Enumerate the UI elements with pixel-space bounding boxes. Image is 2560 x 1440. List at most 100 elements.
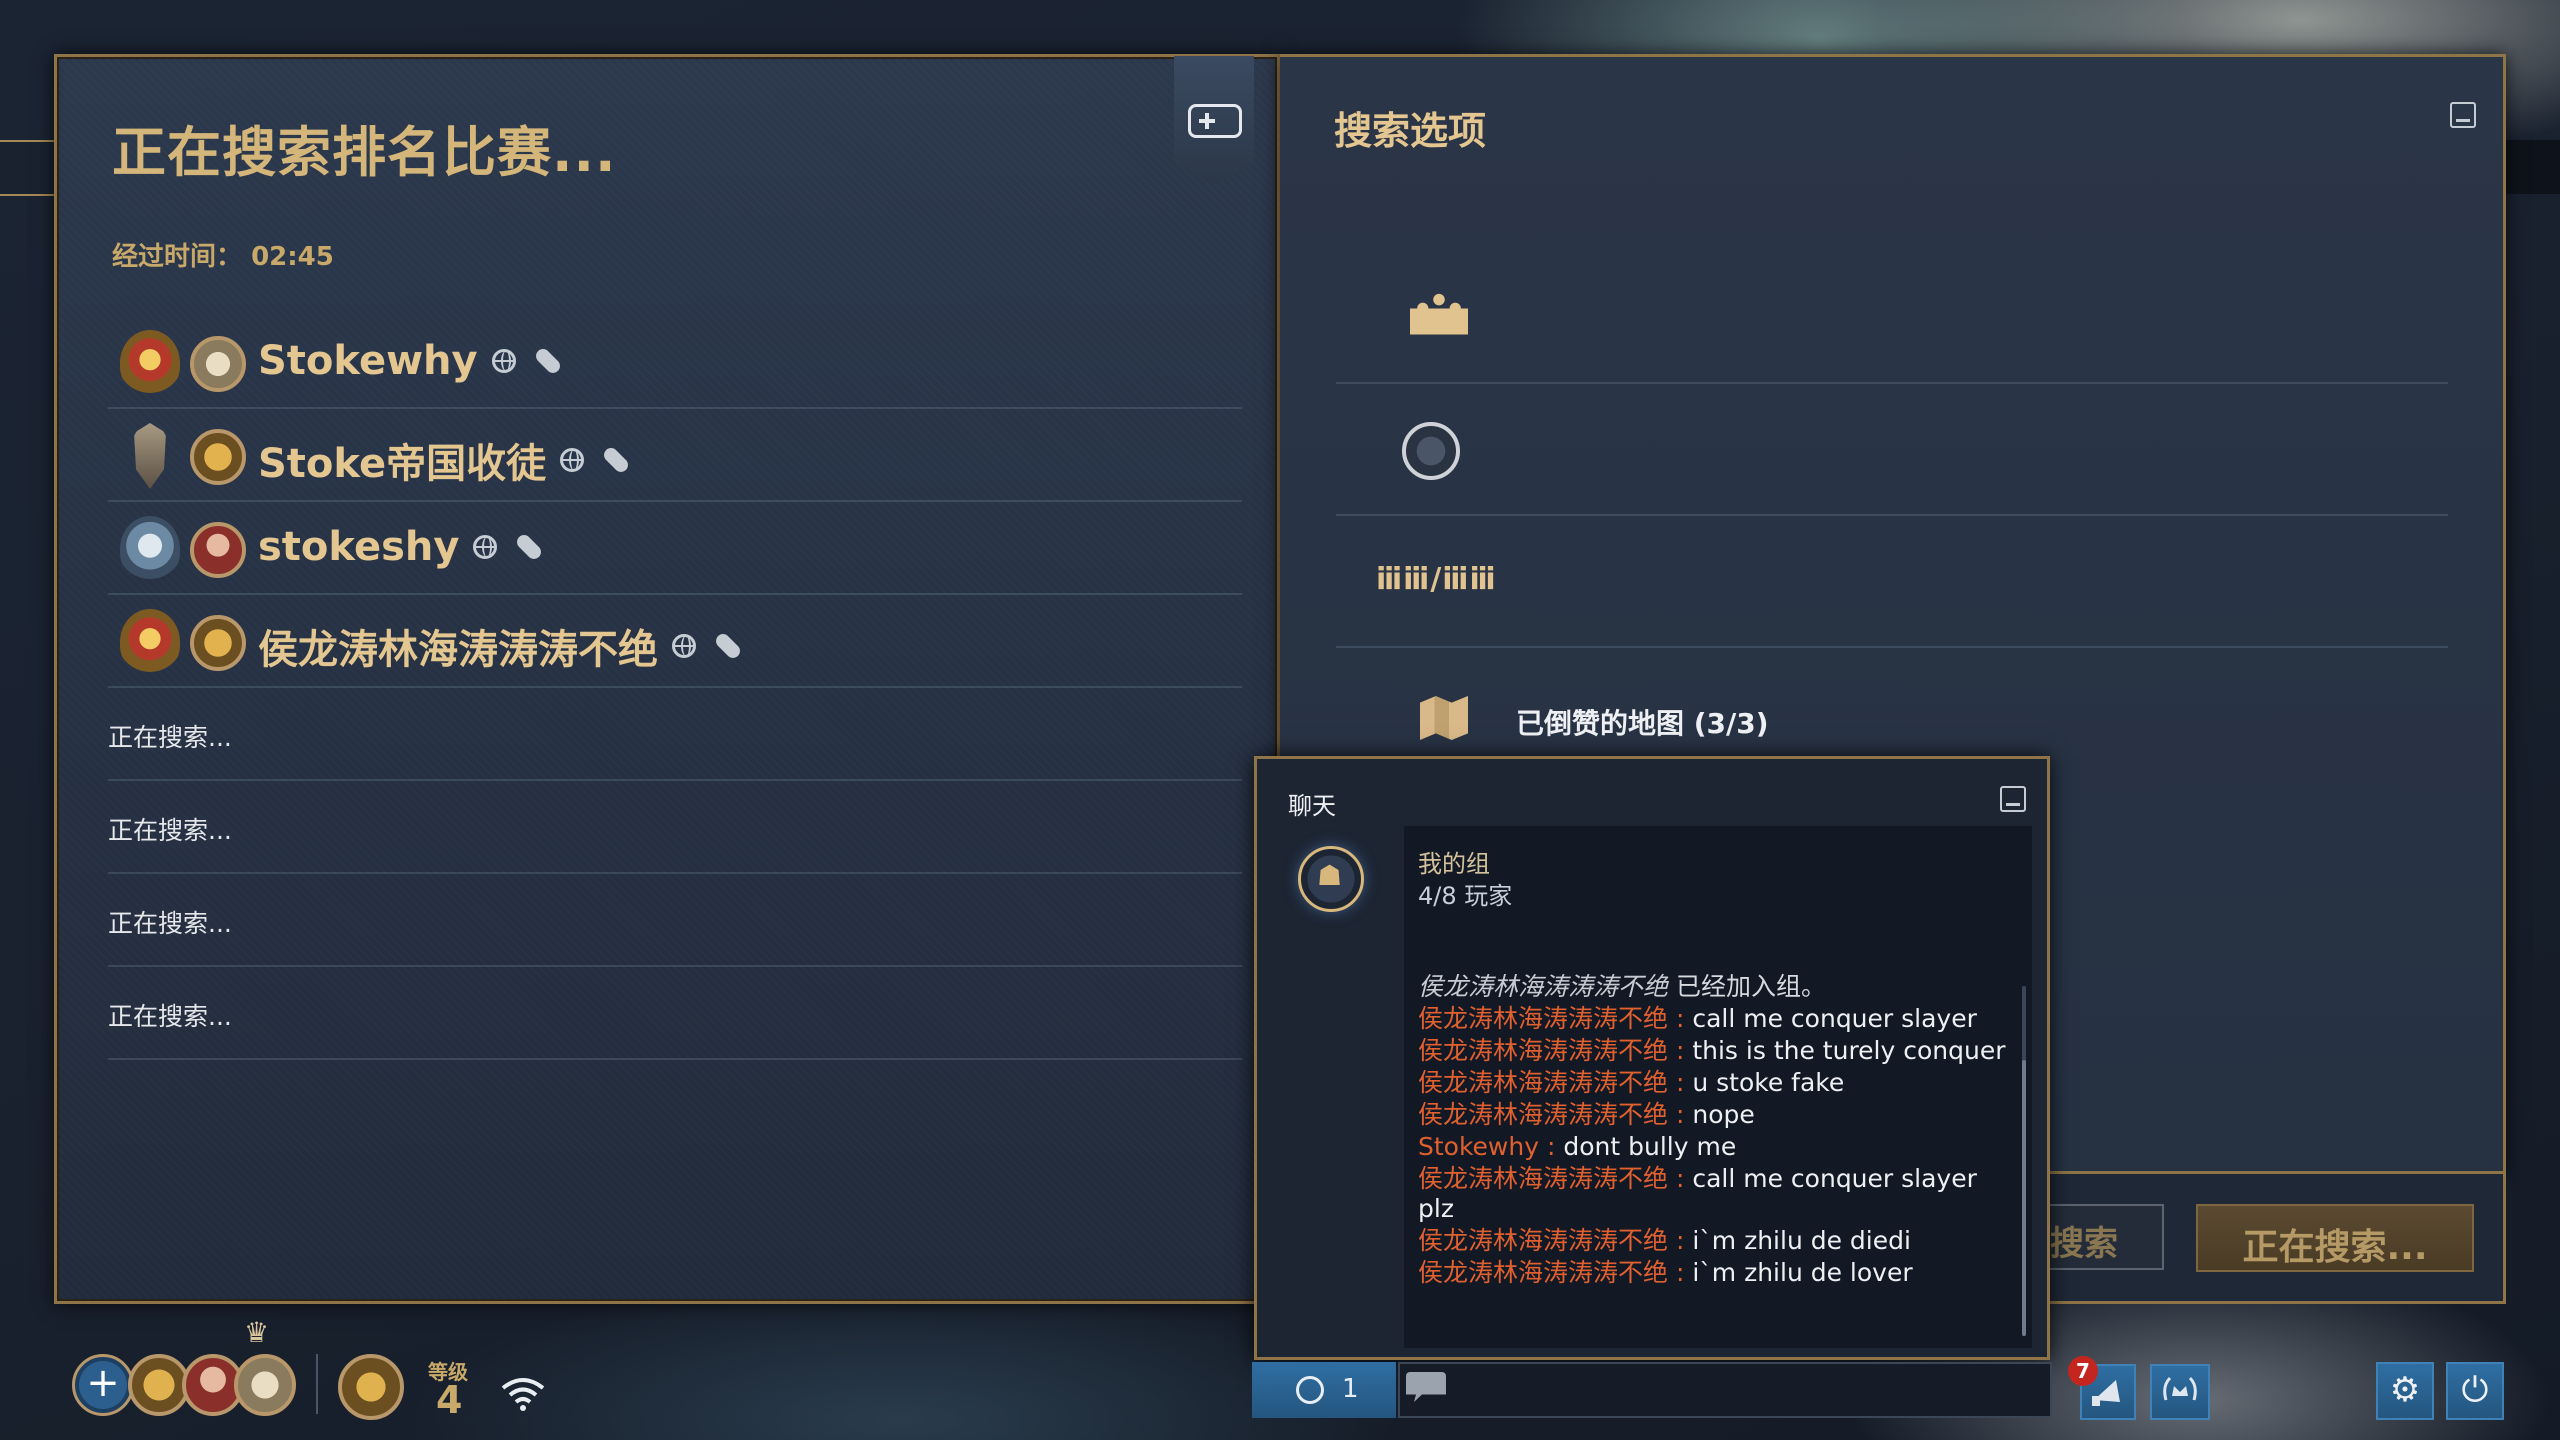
chat-text: dont bully me — [1563, 1132, 1737, 1161]
army-size-icon: ⅲⅲ/ⅲⅲ — [1376, 562, 1497, 597]
chat-input[interactable] — [1398, 1362, 2052, 1418]
slot-label: 正在搜索... — [108, 1002, 232, 1031]
search-options-title: 搜索选项 — [1334, 109, 1487, 153]
chat-sender: 侯龙涛林海涛涛涛不绝 — [1418, 1164, 1669, 1193]
slot-label: 正在搜索... — [108, 909, 232, 938]
chat-text: i`m zhilu de lover — [1692, 1258, 1913, 1287]
globe-icon — [473, 535, 498, 559]
chat-message: 侯龙涛林海涛涛涛不绝 : u stoke fake — [1418, 1068, 1845, 1097]
avatar — [190, 429, 246, 485]
power-icon: ⏻ — [2461, 1370, 2489, 1410]
group-count: 4/8 玩家 — [1418, 882, 1513, 910]
wifi-icon — [501, 1378, 545, 1411]
level-value: 4 — [436, 1378, 463, 1422]
pill-icon — [713, 631, 743, 661]
chat-sender: 侯龙涛林海涛涛涛不绝 — [1418, 972, 1669, 1001]
chat-scroll-thumb[interactable] — [2022, 1060, 2026, 1336]
laurel-crown-icon — [2163, 1376, 2197, 1401]
page-title: 正在搜索排名比赛... — [112, 121, 617, 184]
power-button[interactable]: ⏻ — [2446, 1362, 2504, 1420]
chat-message: 侯龙涛林海涛涛涛不绝 已经加入组。 — [1418, 972, 2014, 1002]
chat-text: nope — [1692, 1100, 1755, 1129]
option-row-army-size[interactable]: ⅲⅲ/ⅲⅲ — [1336, 516, 2448, 648]
slot-label: 正在搜索... — [108, 816, 232, 845]
rank-emblem-icon — [120, 516, 180, 582]
chat-message: 侯龙涛林海涛涛涛不绝 : i`m zhilu de lover — [1418, 1258, 1913, 1287]
elapsed-time: 经过时间： 02:45 — [112, 236, 334, 273]
chat-text: this is the turely conquer — [1692, 1036, 2006, 1065]
rank-emblem-icon — [134, 423, 166, 489]
group-name: 我的组 — [1418, 850, 1490, 878]
chat-message: 侯龙涛林海涛涛涛不绝 : i`m zhilu de diedi — [1418, 1226, 1911, 1255]
globe-icon — [560, 448, 585, 472]
group-channel-icon[interactable]: ☗ — [1298, 846, 1364, 912]
globe-icon — [672, 634, 696, 658]
avatar — [190, 336, 246, 392]
chat-text: call me conquer slayer — [1692, 1004, 1977, 1033]
chat-message: 侯龙涛林海涛涛涛不绝 : this is the turely conquer — [1418, 1036, 2006, 1065]
avatar — [190, 522, 246, 578]
chat-sender: 侯龙涛林海涛涛涛不绝 — [1418, 1068, 1669, 1097]
minimize-icon[interactable] — [2450, 102, 2476, 128]
banned-maps-label[interactable]: 已倒赞的地图 (3/3) — [1516, 702, 1769, 742]
notification-badge: 7 — [2068, 1356, 2098, 1386]
settings-button[interactable]: ⚙ — [2376, 1362, 2434, 1420]
chat-sender: 侯龙涛林海涛涛涛不绝 — [1418, 1036, 1669, 1065]
search-button-label: 搜索 — [2050, 1224, 2118, 1264]
player-name: Stokewhy — [258, 338, 478, 384]
party-member-avatar[interactable] — [128, 1354, 190, 1416]
chat-message: Stokewhy : dont bully me — [1418, 1132, 1737, 1161]
player-row[interactable]: Stoke帝国收徒 — [108, 409, 1242, 502]
add-friend-button[interactable]: + — [72, 1354, 134, 1416]
player-name: Stoke帝国收徒 — [258, 441, 547, 487]
chat-messages: 侯龙涛林海涛涛涛不绝 已经加入组。 侯龙涛林海涛涛涛不绝 : call me c… — [1418, 972, 2014, 1290]
chat-message: 侯龙涛林海涛涛涛不绝 : call me conquer slayer — [1418, 1004, 1977, 1033]
chat-sender: Stokewhy — [1418, 1132, 1540, 1161]
ranked-button[interactable] — [2150, 1364, 2210, 1420]
empty-slot: 正在搜索... — [108, 967, 1242, 1060]
side-tab-left — [0, 140, 56, 196]
minimize-icon[interactable] — [2000, 786, 2026, 812]
chat-sender: 侯龙涛林海涛涛涛不绝 — [1418, 1226, 1669, 1255]
divider — [316, 1354, 318, 1414]
chat-sender: 侯龙涛林海涛涛涛不绝 — [1418, 1100, 1669, 1129]
player-name: 侯龙涛林海涛涛涛不绝 — [258, 627, 658, 673]
chat-tab-group[interactable] — [1252, 1362, 1396, 1418]
party-member-avatar[interactable] — [234, 1354, 296, 1416]
elapsed-value: 02:45 — [251, 242, 334, 272]
slot-label: 正在搜索... — [108, 723, 232, 752]
player-name: stokeshy — [258, 524, 460, 570]
player-row[interactable]: 侯龙涛林海涛涛涛不绝 — [108, 595, 1242, 688]
pill-icon — [514, 532, 545, 562]
pill-icon — [532, 346, 563, 376]
chat-tab-count: 1 — [1342, 1374, 1359, 1404]
rank-emblem-icon — [120, 609, 180, 675]
chat-message: 侯龙涛林海涛涛涛不绝 : call me conquer slayer plz — [1418, 1164, 1977, 1223]
option-row-mode[interactable] — [1336, 384, 2448, 516]
chat-text: u stoke fake — [1692, 1068, 1845, 1097]
side-tab-right — [2504, 140, 2560, 194]
globe-icon — [491, 349, 516, 373]
chat-sender: 侯龙涛林海涛涛涛不绝 — [1418, 1004, 1669, 1033]
search-button[interactable]: 搜索 — [2048, 1204, 2164, 1270]
empty-slot: 正在搜索... — [108, 781, 1242, 874]
empty-slot: 正在搜索... — [108, 874, 1242, 967]
level-emblem-icon[interactable] — [338, 1354, 404, 1420]
searching-button[interactable]: 正在搜索... — [2196, 1204, 2474, 1272]
option-row-team-size[interactable] — [1336, 254, 2448, 384]
rank-emblem-icon — [120, 330, 180, 396]
group-icon — [1296, 1376, 1324, 1404]
input-device-icon — [1188, 104, 1242, 138]
shield-swords-icon — [1402, 422, 1460, 480]
chat-title: 聊天 — [1288, 792, 1336, 820]
chat-text: i`m zhilu de diedi — [1692, 1226, 1911, 1255]
elapsed-label: 经过时间： — [112, 242, 243, 272]
avatar — [190, 615, 246, 671]
chat-sender: 侯龙涛林海涛涛涛不绝 — [1418, 1258, 1669, 1287]
player-row[interactable]: stokeshy — [108, 502, 1242, 595]
player-row[interactable]: Stokewhy — [108, 316, 1242, 409]
pill-icon — [601, 445, 631, 475]
crown-icon: ♛ — [244, 1316, 270, 1349]
map-icon — [1420, 696, 1468, 740]
settings-icon: ⚙ — [2389, 1370, 2421, 1410]
